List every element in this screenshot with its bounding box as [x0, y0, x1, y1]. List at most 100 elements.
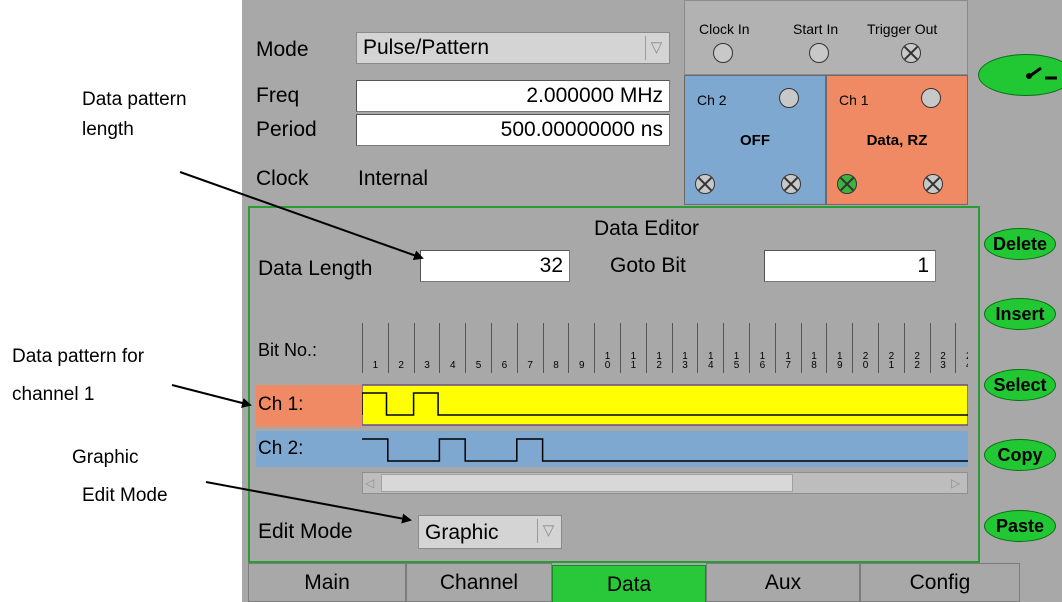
scroll-right-icon[interactable]: ▷	[951, 476, 965, 490]
ch1-pattern-background	[362, 385, 968, 425]
delete-button[interactable]: Delete	[984, 228, 1056, 260]
bit-number: 16	[759, 351, 766, 371]
ch2-row-label: Ch 2:	[258, 438, 304, 459]
bit-ruler-cell: 18	[800, 323, 827, 373]
io-panel: Clock In Start In Trigger Out	[684, 0, 968, 75]
waveform-area[interactable]	[362, 383, 968, 471]
bit-ruler: 123456789101112131415161718192021222324	[362, 323, 968, 373]
bit-ruler-cell: 14	[697, 323, 723, 373]
ch1-name: Ch 1	[839, 92, 869, 108]
bit-ruler-cell: 12	[645, 323, 672, 373]
goto-bit-label: Goto Bit	[610, 254, 686, 277]
bit-number: 17	[785, 351, 791, 371]
bit-number: 15	[733, 351, 740, 371]
insert-button[interactable]: Insert	[984, 298, 1056, 330]
bit-number: 22	[914, 351, 920, 371]
tab-data[interactable]: Data	[552, 565, 706, 602]
bit-number: 21	[888, 351, 895, 371]
bit-number: 7	[527, 360, 533, 371]
callout-line: Data pattern for	[12, 346, 145, 367]
mode-dropdown[interactable]: Pulse/Pattern ▽	[356, 32, 670, 64]
chevron-down-icon: ▽	[645, 36, 667, 60]
bit-number: 12	[656, 351, 662, 371]
start-in-connector-icon[interactable]	[809, 43, 829, 63]
bit-number: 23	[940, 351, 946, 371]
bit-ruler-cell: 19	[826, 323, 852, 373]
tab-main[interactable]: Main	[248, 563, 406, 602]
callout-data-pattern-channel1: Data pattern for channel 1	[12, 342, 144, 410]
mode-value: Pulse/Pattern	[363, 36, 490, 59]
bit-ruler-cell: 16	[749, 323, 775, 373]
bit-number: 1	[372, 360, 379, 371]
output-toggle-button[interactable]	[978, 54, 1062, 96]
ch1-status-icon	[921, 88, 941, 108]
horizontal-scrollbar[interactable]: ◁ ▷	[362, 472, 968, 494]
goto-bit-field[interactable]: 1	[764, 250, 936, 282]
select-button[interactable]: Select	[984, 369, 1056, 401]
mode-label: Mode	[256, 38, 309, 61]
ch1-out-connector-icon[interactable]	[837, 174, 857, 194]
bit-ruler-cell: 17	[774, 323, 801, 373]
callout-line: channel 1	[12, 384, 95, 405]
callout-line: length	[82, 119, 134, 140]
bit-ruler-cell: 2	[387, 323, 414, 373]
ch2-out-inv-connector-icon[interactable]	[781, 174, 801, 194]
bit-ruler-cell: 13	[671, 323, 698, 373]
bit-number: 20	[862, 351, 869, 371]
bit-number: 10	[604, 351, 611, 371]
data-length-label: Data Length	[258, 257, 373, 280]
bit-ruler-cell: 6	[491, 323, 517, 373]
bit-ruler-cell: 3	[413, 323, 440, 373]
bit-ruler-cell: 9	[568, 323, 594, 373]
bit-number: 14	[708, 351, 714, 371]
bit-number: 13	[682, 351, 688, 371]
bit-ruler-cell: 1	[362, 323, 388, 373]
period-field[interactable]: 500.00000000 ns	[356, 114, 670, 146]
callout-line: Data pattern	[82, 89, 187, 110]
bit-number: 4	[450, 360, 456, 371]
bit-number: 19	[837, 351, 843, 371]
data-length-field[interactable]: 32	[420, 250, 570, 282]
clock-label: Clock	[256, 167, 309, 190]
bit-ruler-cell: 22	[903, 323, 930, 373]
ch1-panel[interactable]: Ch 1 Data, RZ	[826, 75, 968, 205]
copy-button[interactable]: Copy	[984, 439, 1056, 471]
callout-graphic-edit-mode: Graphic Edit Mode	[72, 443, 168, 511]
bit-number: 5	[475, 360, 482, 371]
tab-aux[interactable]: Aux	[706, 563, 860, 602]
ch2-out-connector-icon[interactable]	[695, 174, 715, 194]
ch1-out-inv-connector-icon[interactable]	[923, 174, 943, 194]
ch2-name: Ch 2	[697, 92, 727, 108]
bit-number: 6	[501, 360, 508, 371]
tab-config[interactable]: Config	[860, 563, 1020, 602]
bit-number: 9	[579, 360, 585, 371]
scroll-left-icon[interactable]: ◁	[365, 476, 379, 490]
edit-mode-dropdown[interactable]: Graphic ▽	[418, 515, 562, 549]
clock-value: Internal	[358, 167, 429, 190]
edit-mode-value: Graphic	[425, 521, 499, 544]
bit-ruler-cell: 24	[955, 323, 968, 373]
freq-field[interactable]: 2.000000 MHz	[356, 80, 670, 112]
bit-ruler-cell: 4	[439, 323, 465, 373]
bit-number: 8	[553, 360, 559, 371]
data-editor-title: Data Editor	[594, 217, 700, 240]
bit-number: 2	[398, 360, 404, 371]
clock-in-connector-icon[interactable]	[713, 43, 733, 63]
bit-ruler-cell: 20	[852, 323, 878, 373]
edit-mode-label: Edit Mode	[258, 520, 353, 543]
trigger-out-connector-icon[interactable]	[901, 43, 921, 63]
scrollbar-thumb[interactable]	[381, 474, 793, 492]
bit-ruler-cell: 15	[723, 323, 749, 373]
bit-ruler-cell: 21	[878, 323, 904, 373]
tab-channel[interactable]: Channel	[406, 563, 552, 602]
bit-ruler-cell: 5	[465, 323, 491, 373]
bit-ruler-cell: 10	[594, 323, 620, 373]
callout-data-pattern-length: Data pattern length	[82, 85, 187, 145]
freq-label: Freq	[256, 84, 300, 107]
paste-button[interactable]: Paste	[984, 510, 1056, 542]
ch2-status-icon	[779, 88, 799, 108]
ch2-panel[interactable]: Ch 2 OFF	[684, 75, 826, 205]
clock-in-label: Clock In	[699, 21, 750, 37]
ch2-state: OFF	[740, 132, 770, 149]
arrow-channel1-pattern	[171, 384, 252, 408]
